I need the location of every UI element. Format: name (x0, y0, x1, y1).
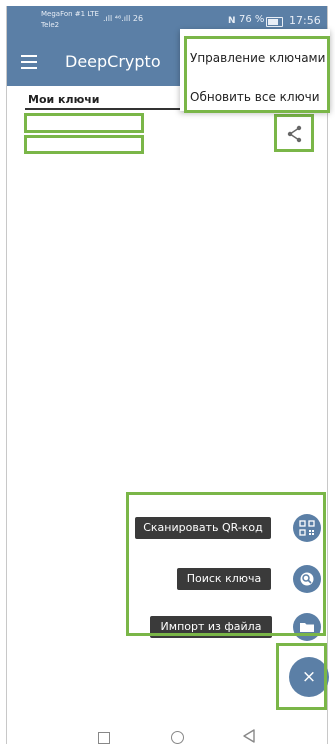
home-icon[interactable] (171, 731, 184, 744)
battery-icon (266, 17, 283, 27)
highlight-box (126, 492, 326, 636)
highlight-box (274, 114, 314, 152)
tab-indicator (25, 108, 203, 110)
nfc-icon: N (228, 16, 236, 26)
navigation-bar (7, 715, 327, 750)
recent-apps-icon[interactable] (98, 732, 110, 744)
highlight-box (276, 643, 327, 710)
battery-percent: 76 % (239, 14, 265, 25)
carrier-primary: MegaFon #1 LTE (41, 10, 99, 18)
signal-icon: .ıll ⁴⁶.ıll 26 (103, 14, 144, 23)
app-title: DeepCrypto (65, 52, 161, 71)
carrier-secondary: Tele2 (41, 21, 60, 29)
highlight-box (24, 113, 144, 133)
highlight-box (24, 135, 144, 154)
hamburger-menu-icon[interactable] (21, 55, 37, 69)
clock: 17:56 (289, 14, 321, 27)
back-icon[interactable] (243, 729, 255, 743)
tab-my-keys[interactable]: Мои ключи (28, 93, 100, 106)
phone-screen: MegaFon #1 LTE Tele2 .ıll ⁴⁶.ıll 26 N 76… (6, 6, 329, 750)
highlight-box (184, 36, 330, 113)
